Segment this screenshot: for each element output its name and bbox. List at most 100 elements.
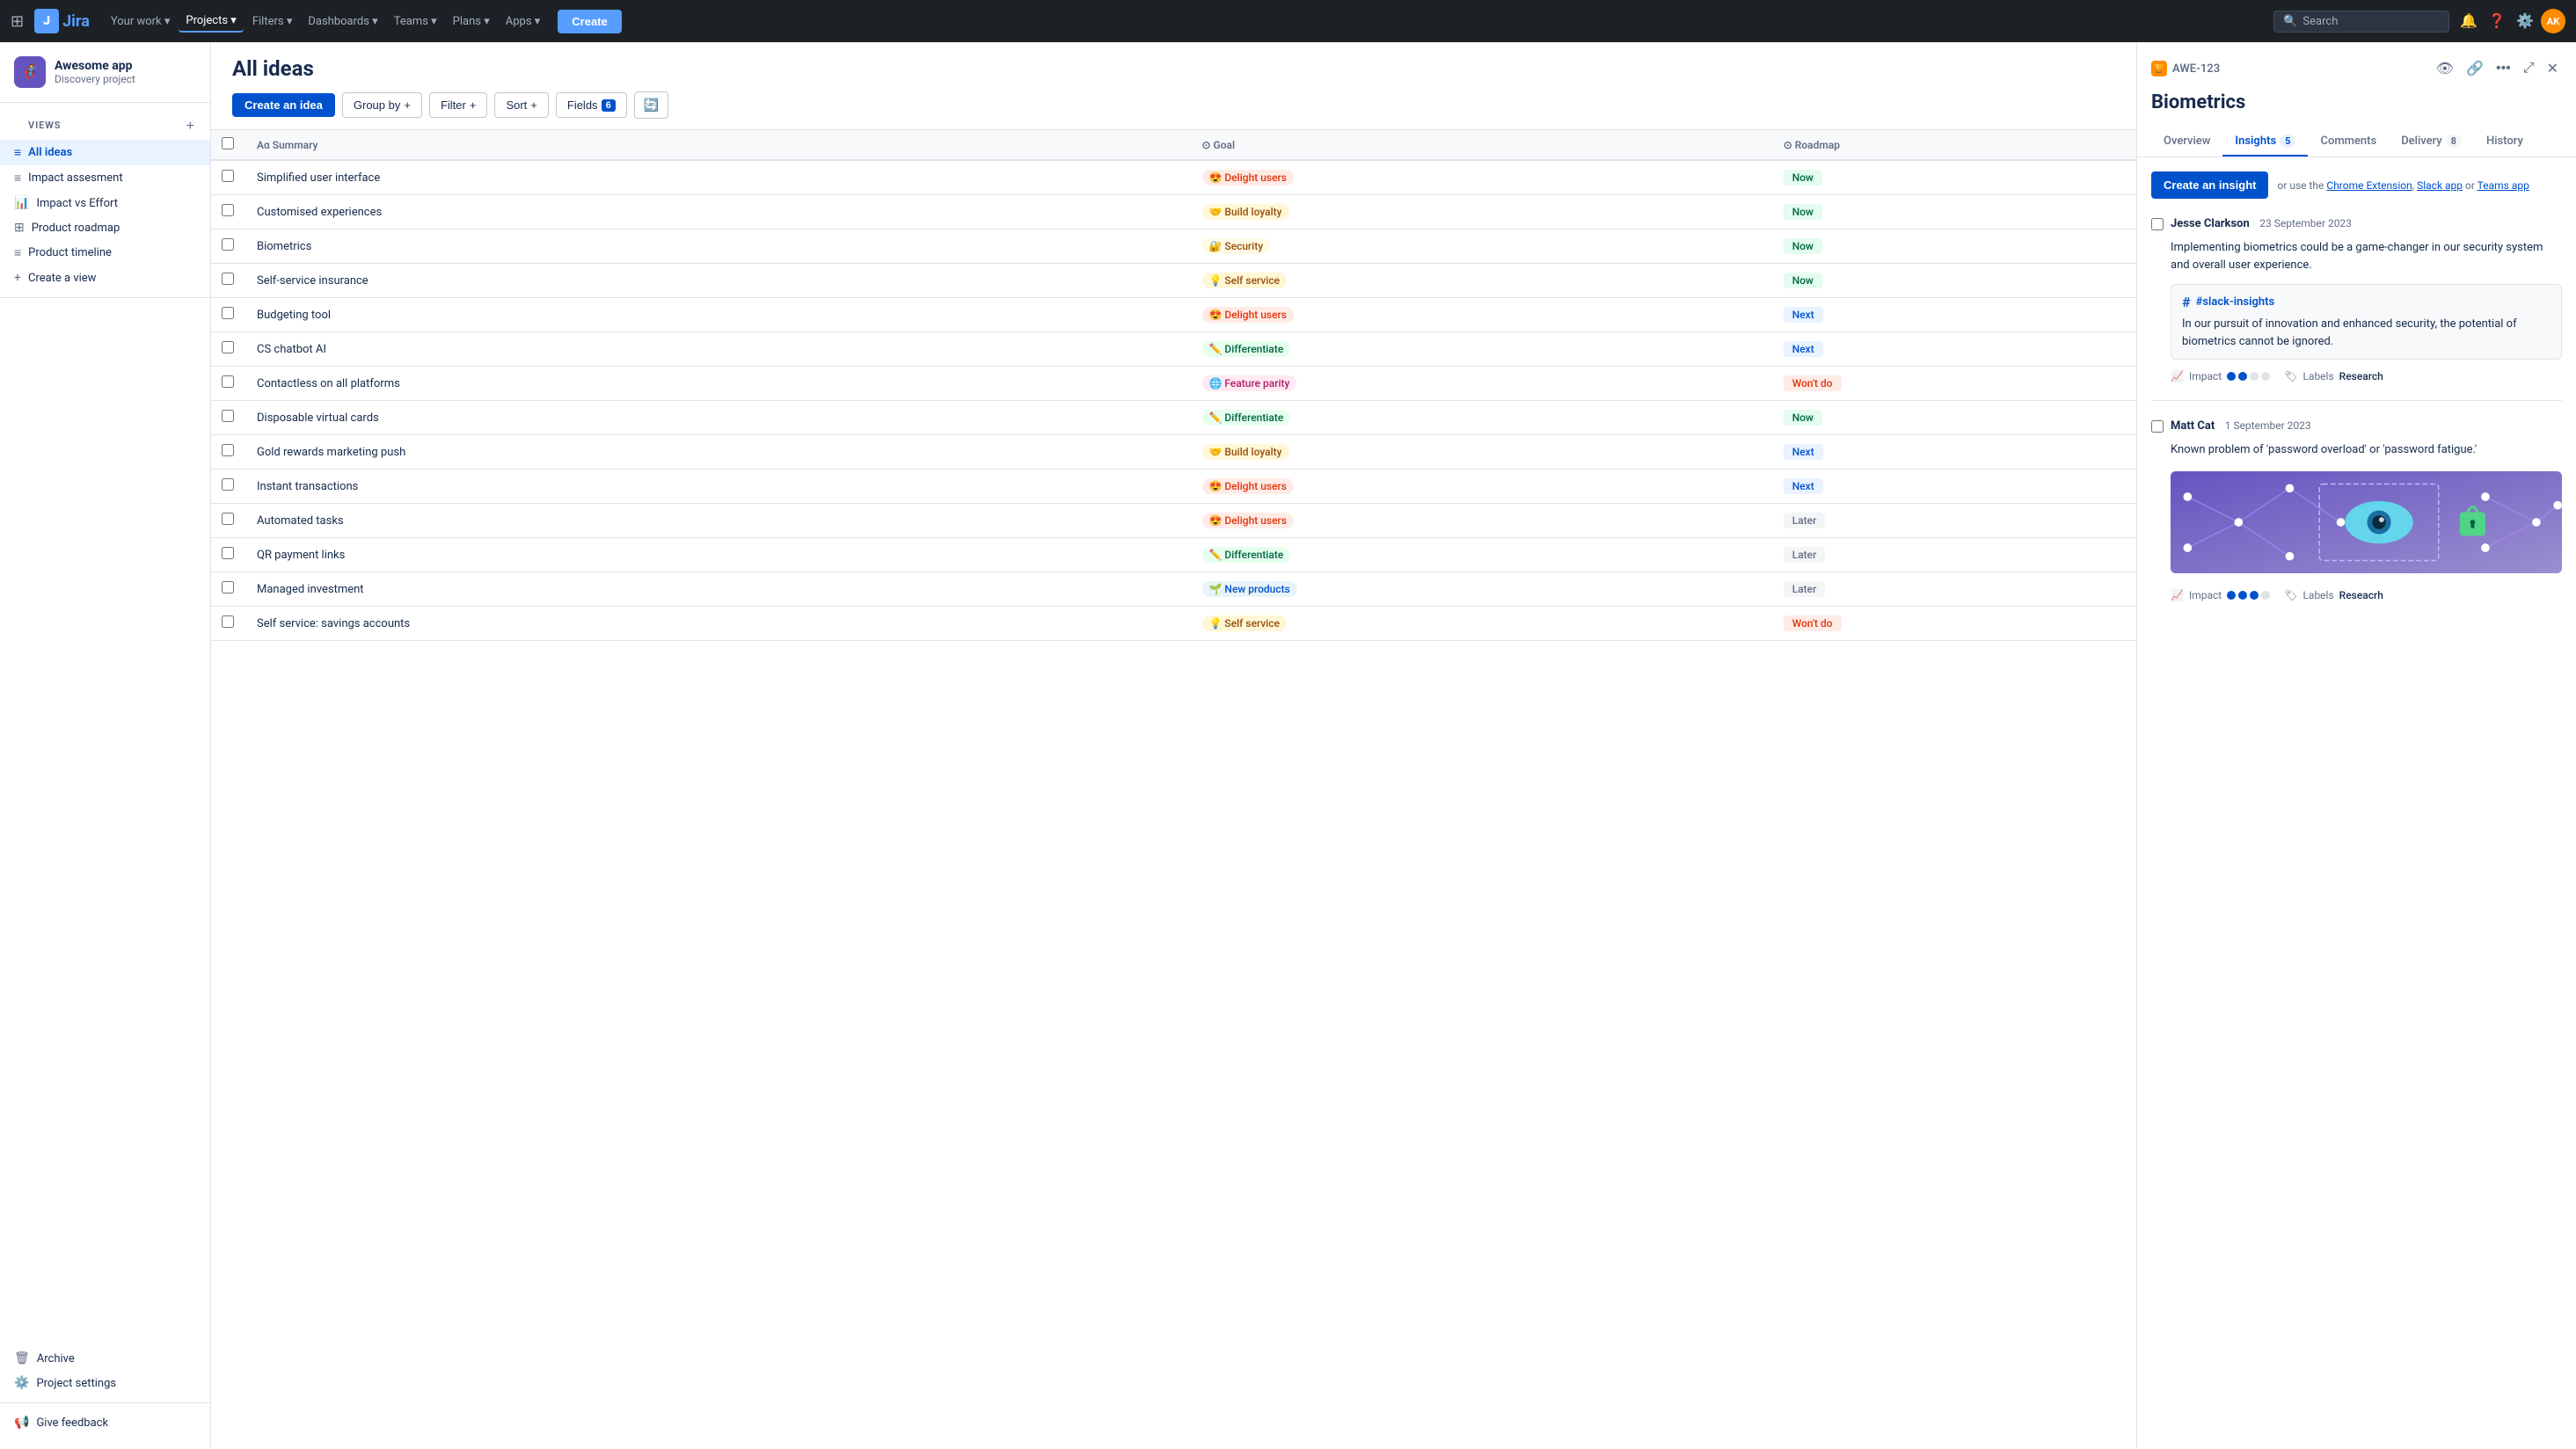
- jira-logo[interactable]: J Jira: [34, 9, 90, 33]
- row-checkbox-12[interactable]: [222, 581, 234, 593]
- row-check-4: [211, 298, 246, 332]
- detail-tab-delivery[interactable]: Delivery8: [2389, 127, 2474, 157]
- sidebar-item-project-settings[interactable]: ⚙️ Project settings: [0, 1371, 210, 1395]
- roadmap-tag-11: Later: [1784, 547, 1826, 563]
- row-checkbox-2[interactable]: [222, 238, 234, 251]
- grid-icon[interactable]: ⊞: [11, 12, 24, 31]
- select-all-checkbox[interactable]: [222, 137, 234, 149]
- row-checkbox-10[interactable]: [222, 513, 234, 525]
- sidebar-item-impact-vs-effort[interactable]: 📊Impact vs Effort: [0, 191, 210, 215]
- detail-id-text: AWE-123: [2172, 62, 2220, 76]
- row-check-13: [211, 607, 246, 641]
- settings-icon[interactable]: ⚙️: [2513, 9, 2537, 33]
- row-checkbox-7[interactable]: [222, 410, 234, 422]
- nav-item-your-work[interactable]: Your work ▾: [104, 11, 178, 32]
- table-row[interactable]: Instant transactions 😍 Delight users Nex…: [211, 470, 2136, 504]
- sidebar-item-feedback[interactable]: 📢 Give feedback: [0, 1410, 210, 1435]
- nav-item-apps[interactable]: Apps ▾: [499, 11, 548, 32]
- row-checkbox-1[interactable]: [222, 204, 234, 216]
- detail-tab-history[interactable]: History: [2474, 127, 2536, 157]
- teams-app-link[interactable]: Teams app: [2477, 179, 2529, 192]
- nav-item-teams[interactable]: Teams ▾: [387, 11, 444, 32]
- nav-item-plans[interactable]: Plans ▾: [446, 11, 497, 32]
- col-header-roadmap: ⊙ Roadmap: [1773, 130, 2136, 160]
- sidebar-item-impact-assesment[interactable]: ≡Impact assesment: [0, 165, 210, 191]
- table-row[interactable]: Budgeting tool 😍 Delight users Next: [211, 298, 2136, 332]
- watch-button[interactable]: 👁: [2433, 56, 2457, 81]
- goal-tag-7: ✏️ Differentiate: [1202, 410, 1291, 426]
- sidebar-item-all-ideas[interactable]: ≡All ideas: [0, 140, 210, 165]
- nav-item-dashboards[interactable]: Dashboards ▾: [301, 11, 384, 32]
- sidebar-item-product-timeline[interactable]: ≡Product timeline: [0, 240, 210, 266]
- table-row[interactable]: Biometrics 🔐 Security Now: [211, 229, 2136, 264]
- detail-tab-overview[interactable]: Overview: [2151, 127, 2222, 157]
- sidebar-item-create-a-view[interactable]: +Create a view: [0, 266, 210, 290]
- sort-button[interactable]: Sort +: [494, 92, 548, 118]
- create-insight-button[interactable]: Create an insight: [2151, 171, 2268, 199]
- table-row[interactable]: Self-service insurance 💡 Self service No…: [211, 264, 2136, 298]
- row-checkbox-6[interactable]: [222, 375, 234, 388]
- row-checkbox-3[interactable]: [222, 273, 234, 285]
- row-summary-3: Self-service insurance: [246, 264, 1192, 298]
- table-row[interactable]: Gold rewards marketing push 🤝 Build loya…: [211, 435, 2136, 470]
- detail-tabs: OverviewInsights5CommentsDelivery8Histor…: [2151, 127, 2562, 157]
- table-row[interactable]: Self service: savings accounts 💡 Self se…: [211, 607, 2136, 641]
- row-goal-4: 😍 Delight users: [1192, 298, 1773, 332]
- search-bar[interactable]: 🔍 Search: [2273, 11, 2449, 33]
- table-row[interactable]: Automated tasks 😍 Delight users Later: [211, 504, 2136, 538]
- insight-checkbox-1[interactable]: [2151, 218, 2164, 230]
- table-row[interactable]: CS chatbot AI ✏️ Differentiate Next: [211, 332, 2136, 367]
- notifications-icon[interactable]: 🔔: [2456, 9, 2481, 33]
- table-row[interactable]: Contactless on all platforms 🌐 Feature p…: [211, 367, 2136, 401]
- dot-2b: [2238, 591, 2247, 600]
- row-goal-13: 💡 Self service: [1192, 607, 1773, 641]
- nav-item-filters[interactable]: Filters ▾: [245, 11, 300, 32]
- sidebar-item-product-roadmap[interactable]: ⊞Product roadmap: [0, 215, 210, 240]
- table-row[interactable]: Customised experiences 🤝 Build loyalty N…: [211, 195, 2136, 229]
- table-row[interactable]: Simplified user interface 😍 Delight user…: [211, 160, 2136, 195]
- table-row[interactable]: Managed investment 🌱 New products Later: [211, 572, 2136, 607]
- create-idea-button[interactable]: Create an idea: [232, 93, 335, 117]
- nav-item-projects[interactable]: Projects ▾: [179, 11, 243, 33]
- row-checkbox-13[interactable]: [222, 615, 234, 628]
- table-row[interactable]: QR payment links ✏️ Differentiate Later: [211, 538, 2136, 572]
- row-goal-8: 🤝 Build loyalty: [1192, 435, 1773, 470]
- row-summary-2: Biometrics: [246, 229, 1192, 264]
- views-label: VIEWS: [14, 120, 75, 131]
- row-checkbox-11[interactable]: [222, 547, 234, 559]
- sidebar-item-archive[interactable]: 🗑 Archive: [0, 1346, 210, 1371]
- row-checkbox-8[interactable]: [222, 444, 234, 456]
- close-button[interactable]: ✕: [2543, 56, 2562, 81]
- goal-tag-11: ✏️ Differentiate: [1202, 547, 1291, 563]
- help-icon[interactable]: ❓: [2485, 9, 2509, 33]
- ideas-table-body: Simplified user interface 😍 Delight user…: [211, 160, 2136, 641]
- row-checkbox-4[interactable]: [222, 307, 234, 319]
- row-goal-9: 😍 Delight users: [1192, 470, 1773, 504]
- expand-button[interactable]: ⤢: [2520, 57, 2538, 80]
- insight-impact-1: 📈 Impact: [2171, 370, 2270, 382]
- detail-panel: 🏆 AWE-123 👁 🔗 ••• ⤢ ✕ Biometrics Overvie…: [2136, 42, 2576, 1449]
- refresh-button[interactable]: 🔄: [634, 91, 668, 119]
- detail-content: Create an insight or use the Chrome Exte…: [2137, 157, 2576, 1449]
- row-checkbox-5[interactable]: [222, 341, 234, 353]
- share-button[interactable]: 🔗: [2463, 56, 2487, 81]
- detail-tab-comments[interactable]: Comments: [2308, 127, 2389, 157]
- add-view-button[interactable]: +: [185, 117, 196, 136]
- user-avatar[interactable]: AK: [2541, 9, 2565, 33]
- group-by-button[interactable]: Group by +: [342, 92, 422, 118]
- more-button[interactable]: •••: [2492, 57, 2514, 80]
- filter-button[interactable]: Filter +: [429, 92, 487, 118]
- roadmap-tag-3: Now: [1784, 273, 1822, 288]
- row-checkbox-0[interactable]: [222, 170, 234, 182]
- table-row[interactable]: Disposable virtual cards ✏️ Differentiat…: [211, 401, 2136, 435]
- row-checkbox-9[interactable]: [222, 478, 234, 491]
- fields-button[interactable]: Fields 6: [556, 92, 627, 118]
- page-title: All ideas: [232, 56, 2115, 81]
- detail-tab-insights[interactable]: Insights5: [2222, 127, 2308, 157]
- roadmap-tag-12: Later: [1784, 581, 1826, 597]
- chrome-extension-link[interactable]: Chrome Extension: [2326, 179, 2412, 192]
- goal-tag-1: 🤝 Build loyalty: [1202, 204, 1289, 220]
- slack-app-link[interactable]: Slack app: [2417, 179, 2463, 192]
- insight-checkbox-2[interactable]: [2151, 420, 2164, 433]
- create-button[interactable]: Create: [558, 10, 621, 33]
